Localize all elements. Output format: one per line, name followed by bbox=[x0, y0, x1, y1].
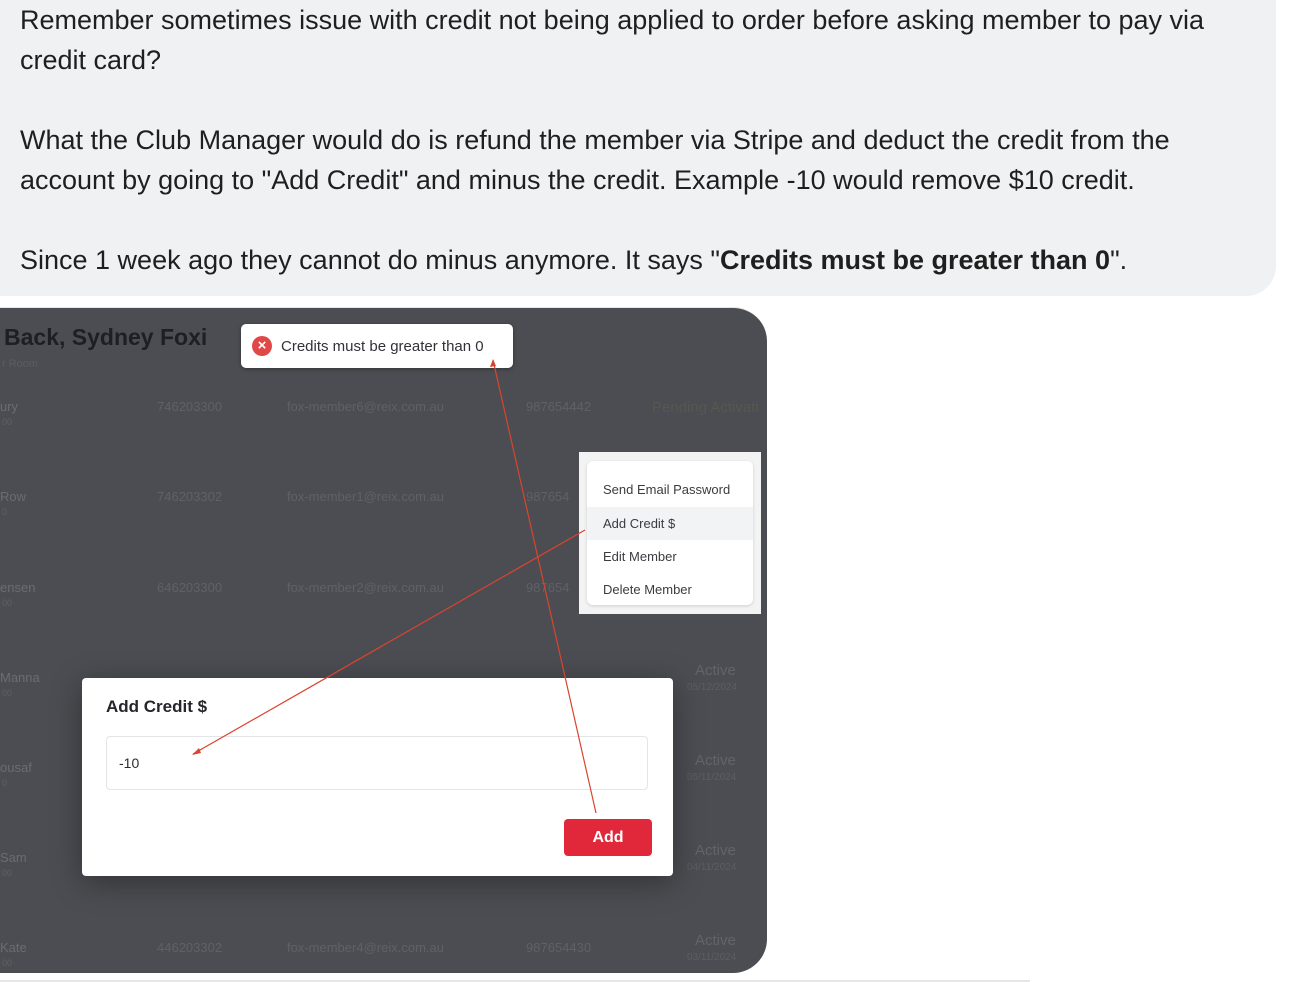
member-name: ensen bbox=[0, 580, 36, 595]
attached-screenshot: Back, Sydney Foxi r Room ury 00 74620330… bbox=[0, 307, 767, 973]
dialog-title: Add Credit $ bbox=[106, 697, 208, 716]
status-badge: Pending Activati bbox=[652, 399, 759, 416]
member-mobile: 987654430 bbox=[526, 940, 592, 955]
status-badge: Active bbox=[695, 752, 736, 769]
member-number: 746203302 bbox=[157, 489, 223, 504]
member-mobile: 987654 bbox=[526, 489, 570, 504]
menu-item-add-credit[interactable]: Add Credit $ bbox=[587, 507, 753, 540]
status-badge: Active bbox=[695, 842, 736, 859]
member-name: Row bbox=[0, 489, 27, 504]
status-date: 05/12/2024 bbox=[687, 682, 738, 693]
message-paragraph-2: What the Club Manager would do is refund… bbox=[20, 125, 1170, 195]
member-number: 646203300 bbox=[157, 580, 223, 595]
member-email: fox-member6@reix.com.au bbox=[287, 399, 444, 414]
error-icon: × bbox=[252, 336, 272, 356]
member-sub: 00 bbox=[2, 598, 13, 608]
menu-item-delete-member[interactable]: Delete Member bbox=[587, 573, 753, 606]
member-number: 446203302 bbox=[157, 940, 223, 955]
member-number: 746203300 bbox=[157, 399, 223, 414]
member-sub: 0 bbox=[2, 778, 8, 788]
status-date: 03/11/2024 bbox=[687, 952, 737, 963]
page-subtitle: r Room bbox=[2, 358, 39, 370]
context-menu: Send Email Password Add Credit $ Edit Me… bbox=[587, 461, 753, 605]
table-row[interactable]: Kate 00 446203302 fox-member4@reix.com.a… bbox=[0, 932, 767, 973]
member-sub: 0 bbox=[2, 507, 8, 517]
message-paragraph-1: Remember sometimes issue with credit not… bbox=[20, 5, 1205, 75]
member-name: Sam bbox=[0, 850, 27, 865]
member-name: ousaf bbox=[0, 760, 32, 775]
member-mobile: 987654442 bbox=[526, 399, 592, 414]
add-credit-dialog: Add Credit $ Add bbox=[82, 678, 673, 876]
member-email: fox-member4@reix.com.au bbox=[287, 940, 444, 955]
status-date: 04/11/2024 bbox=[687, 862, 737, 873]
member-sub: 00 bbox=[2, 958, 13, 968]
message-paragraph-3: Since 1 week ago they cannot do minus an… bbox=[20, 245, 1128, 275]
error-quote: Credits must be greater than 0 bbox=[719, 245, 1111, 275]
status-badge: Active bbox=[695, 662, 736, 679]
member-sub: 00 bbox=[2, 688, 13, 698]
status-date: 05/11/2024 bbox=[687, 772, 737, 783]
credit-amount-input[interactable] bbox=[106, 736, 648, 790]
member-name: Kate bbox=[0, 940, 27, 955]
member-mobile: 987654 bbox=[526, 580, 570, 595]
error-toast: × Credits must be greater than 0 bbox=[241, 324, 513, 368]
member-email: fox-member2@reix.com.au bbox=[287, 580, 444, 595]
toast-message: Credits must be greater than 0 bbox=[281, 338, 484, 355]
member-email: fox-member1@reix.com.au bbox=[287, 489, 444, 504]
member-sub: 00 bbox=[2, 417, 13, 427]
add-button[interactable]: Add bbox=[564, 819, 652, 856]
page-title: Back, Sydney Foxi bbox=[4, 324, 208, 350]
member-sub: 00 bbox=[2, 868, 13, 878]
member-name: Manna bbox=[0, 670, 40, 685]
context-menu-panel: Send Email Password Add Credit $ Edit Me… bbox=[579, 452, 761, 614]
status-badge: Active bbox=[695, 932, 736, 949]
menu-item-send-email-password[interactable]: Send Email Password bbox=[587, 473, 753, 506]
member-name: ury bbox=[0, 399, 19, 414]
menu-item-edit-member[interactable]: Edit Member bbox=[587, 540, 753, 573]
